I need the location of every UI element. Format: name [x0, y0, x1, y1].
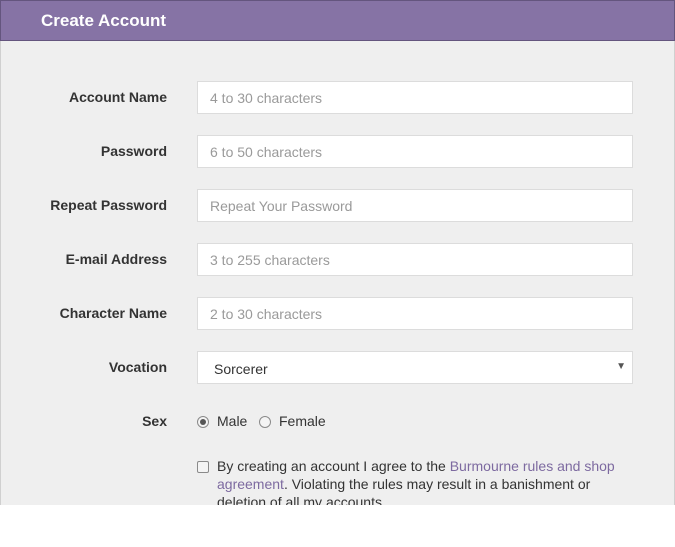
agreement-text: By creating an account I agree to the Bu… — [217, 458, 615, 505]
sex-male-radio[interactable] — [197, 416, 209, 428]
repeat-password-label: Repeat Password — [50, 197, 167, 213]
password-input[interactable] — [197, 135, 633, 168]
panel-header: Create Account — [0, 0, 675, 41]
agree-terms-checkbox[interactable] — [197, 461, 209, 473]
sex-female-label[interactable]: Female — [279, 413, 326, 429]
account-name-label: Account Name — [68, 89, 167, 105]
vocation-select[interactable]: Sorcerer ▼ — [197, 351, 633, 384]
account-name-input[interactable] — [197, 81, 633, 114]
create-account-panel: Create Account Account Name Password Rep… — [0, 0, 675, 505]
vocation-label: Vocation — [108, 359, 167, 375]
vocation-selected-value: Sorcerer — [214, 361, 268, 377]
password-label: Password — [100, 143, 167, 159]
sex-female-radio[interactable] — [259, 416, 271, 428]
sex-label: Sex — [142, 413, 167, 429]
chevron-down-icon: ▼ — [616, 361, 626, 372]
email-input[interactable] — [197, 243, 633, 276]
email-label: E-mail Address — [65, 251, 167, 267]
panel-title: Create Account — [41, 11, 167, 30]
repeat-password-input[interactable] — [197, 189, 633, 222]
character-name-label: Character Name — [59, 305, 167, 321]
sex-male-label[interactable]: Male — [217, 413, 247, 429]
character-name-input[interactable] — [197, 297, 633, 330]
